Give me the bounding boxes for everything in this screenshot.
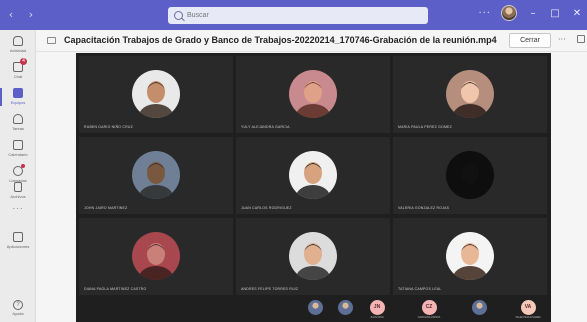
participant-avatar bbox=[132, 151, 180, 199]
help-icon: ? bbox=[13, 300, 23, 310]
rail-item-teams[interactable]: Equipos bbox=[0, 86, 36, 112]
profile-avatar[interactable] bbox=[501, 5, 517, 21]
file-header: Capacitación Trabajos de Grado y Banco d… bbox=[36, 30, 587, 52]
participant-tile: VALERIA GONZALEZ ROJAS bbox=[393, 137, 547, 214]
video-player[interactable]: RUBEN DARIO NIÑO CRUZ YULY ALEJANDRA GARC… bbox=[76, 53, 551, 322]
search-box[interactable] bbox=[168, 7, 428, 24]
participant-tile: DIANA PAOLA MARTINEZ CASTRO bbox=[79, 218, 233, 295]
search-input[interactable] bbox=[187, 12, 387, 19]
search-icon bbox=[174, 11, 183, 20]
participant-grid: RUBEN DARIO NIÑO CRUZ YULY ALEJANDRA GARC… bbox=[79, 56, 548, 295]
participant-name: JOHN JAIRO MARTINEZ bbox=[84, 206, 128, 210]
participant-name: VALENTINA ALVAREZ bbox=[515, 316, 541, 319]
rail-item-chat[interactable]: 4 Chat bbox=[0, 58, 36, 86]
participant-avatar bbox=[446, 151, 494, 199]
nav-arrows: ‹ › bbox=[6, 8, 36, 22]
assignments-icon bbox=[13, 114, 23, 124]
strip-participant bbox=[328, 299, 362, 320]
chat-badge: 4 bbox=[20, 58, 27, 65]
forward-arrow-icon[interactable]: › bbox=[26, 8, 36, 22]
minimize-button[interactable]: – bbox=[527, 8, 539, 19]
participant-name: DIANA PAOLA MARTINEZ CASTRO bbox=[84, 287, 147, 291]
open-external-icon[interactable] bbox=[577, 35, 585, 43]
participant-avatar bbox=[289, 151, 337, 199]
participant-tile: YULY ALEJANDRA GARCIA bbox=[236, 56, 390, 133]
participant-name: RUBEN DARIO NIÑO CRUZ bbox=[84, 125, 133, 129]
participant-initials: VA bbox=[520, 300, 536, 315]
participant-initials: JN bbox=[369, 300, 385, 315]
more-options-icon[interactable]: ··· bbox=[478, 8, 491, 19]
maximize-button[interactable]: □ bbox=[549, 8, 561, 19]
calendar-icon bbox=[13, 140, 23, 150]
calls-badge bbox=[21, 164, 25, 168]
participant-tile: JUAN CARLOS RODRIGUEZ bbox=[236, 137, 390, 214]
participant-photo bbox=[337, 300, 353, 315]
participant-tile: RUBEN DARIO NIÑO CRUZ bbox=[79, 56, 233, 133]
participant-name: CAROLINA ZAPATA bbox=[417, 316, 441, 319]
strip-participant bbox=[462, 299, 496, 320]
file-title: Capacitación Trabajos de Grado y Banco d… bbox=[64, 35, 497, 45]
files-icon bbox=[14, 182, 22, 192]
strip-participant bbox=[298, 299, 332, 320]
apps-icon bbox=[13, 232, 23, 242]
participant-initials: CZ bbox=[421, 300, 437, 315]
participant-photo bbox=[471, 300, 487, 315]
close-window-button[interactable]: ✕ bbox=[571, 8, 583, 19]
rail-item-apps[interactable]: Aplicaciones bbox=[0, 230, 36, 256]
participant-tile: MARIA PAULA PEREZ GOMEZ bbox=[393, 56, 547, 133]
strip-participant: JN JUAN NIÑO bbox=[360, 299, 394, 320]
participant-name: JUAN CARLOS RODRIGUEZ bbox=[241, 206, 292, 210]
rail-item-help[interactable]: ? Ayuda bbox=[0, 300, 36, 316]
rail-item-assignments[interactable]: Tareas bbox=[0, 112, 36, 138]
back-arrow-icon[interactable]: ‹ bbox=[6, 8, 16, 22]
more-apps-icon[interactable]: ··· bbox=[0, 204, 36, 213]
participant-avatar bbox=[446, 232, 494, 280]
participant-name: VALERIA GONZALEZ ROJAS bbox=[398, 206, 450, 210]
rail-item-activity[interactable]: Actividad bbox=[0, 34, 36, 60]
participant-tile: JOHN JAIRO MARTINEZ bbox=[79, 137, 233, 214]
participant-name: TATIANA CAMPOS LEAL bbox=[398, 287, 442, 291]
teams-icon bbox=[13, 88, 23, 98]
participant-avatar bbox=[132, 232, 180, 280]
rail-item-files[interactable]: Archivos bbox=[0, 180, 36, 206]
participant-avatar bbox=[446, 70, 494, 118]
participant-strip: JN JUAN NIÑO CZ CAROLINA ZAPATA VA VALENTINA … bbox=[76, 297, 551, 322]
participant-name: MARIA PAULA PEREZ GOMEZ bbox=[398, 125, 452, 129]
participant-name: JUAN NIÑO bbox=[370, 316, 384, 319]
strip-participant: CZ CAROLINA ZAPATA bbox=[412, 299, 446, 320]
participant-photo bbox=[307, 300, 323, 315]
participant-name: YULY ALEJANDRA GARCIA bbox=[241, 125, 290, 129]
rail-item-calendar[interactable]: Calendario bbox=[0, 138, 36, 164]
titlebar-controls: ··· – □ ✕ bbox=[478, 5, 583, 21]
participant-tile: ANDRES FELIPE TORRES RUIZ bbox=[236, 218, 390, 295]
more-options-icon[interactable]: ··· bbox=[558, 35, 566, 44]
video-file-icon bbox=[47, 37, 56, 44]
close-button[interactable]: Cerrar bbox=[509, 33, 551, 48]
app-rail: Actividad 4 Chat Equipos Tareas Calendar… bbox=[0, 30, 36, 322]
participant-tile: TATIANA CAMPOS LEAL bbox=[393, 218, 547, 295]
strip-participant: VA VALENTINA ALVAREZ bbox=[511, 299, 545, 320]
teams-app: ‹ › ··· – □ ✕ Actividad 4 Chat Equipos bbox=[0, 0, 587, 322]
participant-avatar bbox=[132, 70, 180, 118]
participant-avatar bbox=[289, 70, 337, 118]
participant-name: ANDRES FELIPE TORRES RUIZ bbox=[241, 287, 299, 291]
participant-avatar bbox=[289, 232, 337, 280]
bell-icon bbox=[13, 36, 23, 46]
title-bar: ‹ › ··· – □ ✕ bbox=[0, 0, 587, 30]
